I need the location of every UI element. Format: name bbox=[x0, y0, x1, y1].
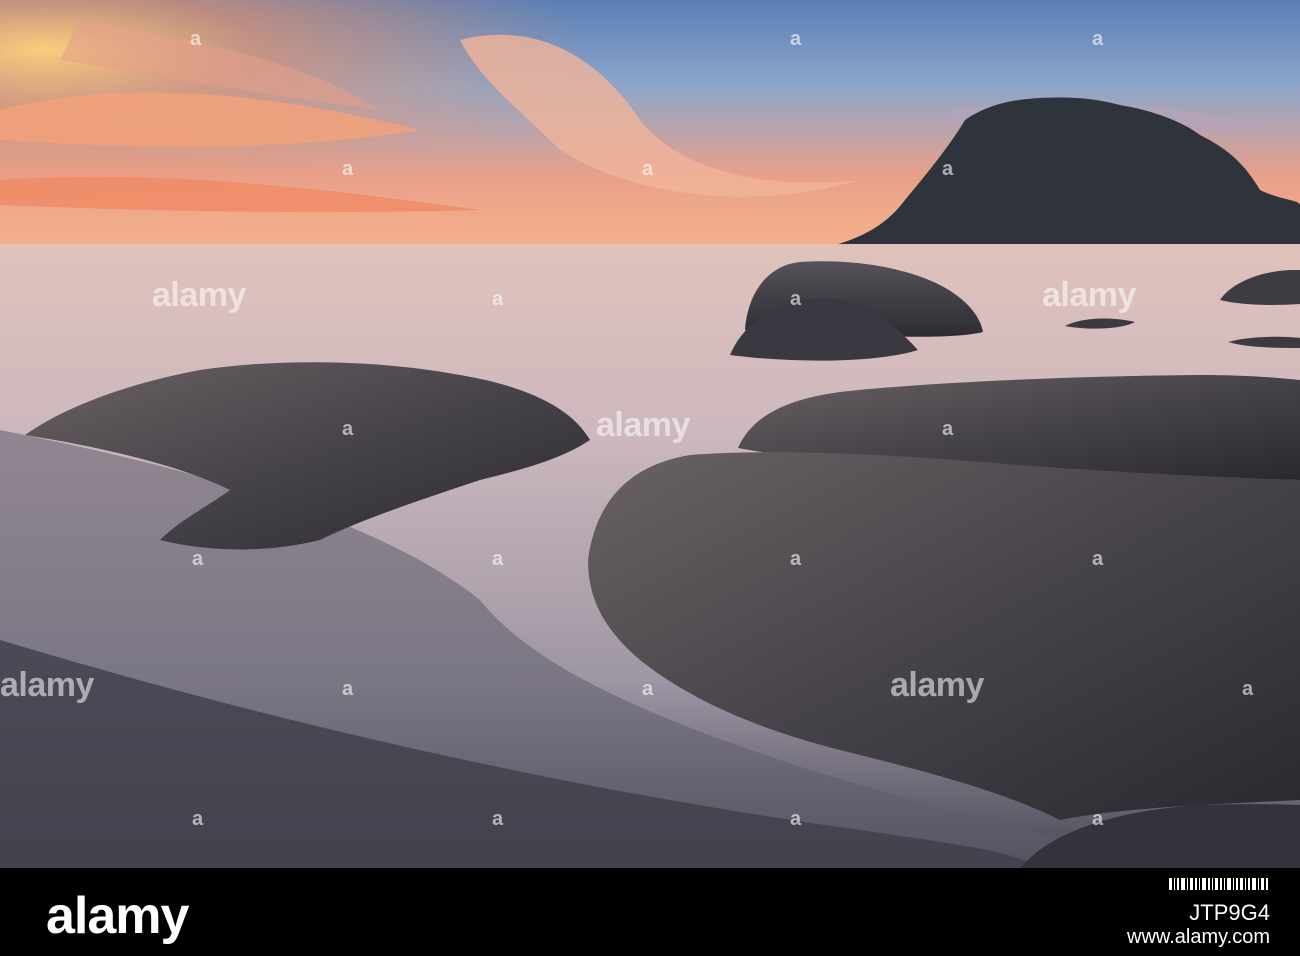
stock-footer: alamy JTP9G4 www.alamy.com bbox=[0, 868, 1300, 956]
watermark-mark: a bbox=[190, 28, 202, 50]
watermark-mark: a bbox=[492, 548, 504, 570]
watermark-mark: a bbox=[492, 288, 504, 310]
watermark: alamy bbox=[596, 406, 690, 444]
watermark: alamy bbox=[890, 666, 984, 704]
watermark: alamy bbox=[0, 666, 94, 704]
watermark-mark: a bbox=[342, 678, 354, 700]
watermark-mark: a bbox=[1092, 808, 1104, 830]
barcode-icon bbox=[1169, 878, 1270, 890]
watermark-mark: a bbox=[342, 418, 354, 440]
watermark-mark: a bbox=[790, 808, 802, 830]
image-info: JTP9G4 www.alamy.com bbox=[910, 878, 1270, 948]
watermark-mark: a bbox=[942, 158, 954, 180]
watermark-mark: a bbox=[642, 158, 654, 180]
watermark-mark: a bbox=[642, 678, 654, 700]
seascape-photo: alamy alamy alamy alamy alamy a a a a a … bbox=[0, 0, 1300, 868]
watermark-mark: a bbox=[492, 808, 504, 830]
watermark-mark: a bbox=[1092, 28, 1104, 50]
brand-logo: alamy bbox=[46, 887, 189, 945]
watermark-mark: a bbox=[1092, 548, 1104, 570]
watermark-mark: a bbox=[342, 158, 354, 180]
site-url: www.alamy.com bbox=[1127, 926, 1270, 948]
watermark-mark: a bbox=[790, 548, 802, 570]
watermark-mark: a bbox=[790, 28, 802, 50]
watermark-mark: a bbox=[1242, 678, 1254, 700]
watermark: alamy bbox=[1042, 276, 1136, 314]
watermark-mark: a bbox=[192, 808, 204, 830]
watermark-mark: a bbox=[790, 288, 802, 310]
watermark: alamy bbox=[152, 276, 246, 314]
watermark-mark: a bbox=[192, 548, 204, 570]
image-id: JTP9G4 bbox=[1189, 900, 1270, 925]
image-frame: alamy alamy alamy alamy alamy a a a a a … bbox=[0, 0, 1300, 956]
watermark-mark: a bbox=[942, 418, 954, 440]
